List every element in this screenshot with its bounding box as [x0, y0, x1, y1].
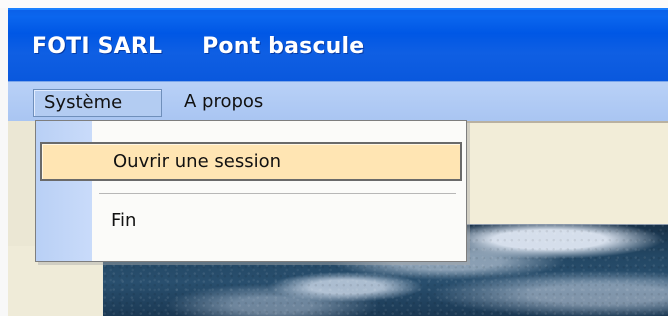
desktop-screen: FOTI SARL Pont bascule Système A propos …: [0, 0, 668, 316]
menu-bar: Système A propos: [8, 81, 668, 121]
open-session-label: Ouvrir une session: [113, 151, 281, 172]
screen-top-margin: [0, 0, 668, 8]
window-title: FOTI SARL Pont bascule: [32, 34, 364, 60]
menu-separator: [99, 193, 456, 194]
menu-system[interactable]: Système: [33, 89, 162, 117]
window-titlebar: FOTI SARL Pont bascule: [8, 8, 668, 81]
exit-label: Fin: [111, 210, 137, 231]
menu-about[interactable]: A propos: [174, 89, 273, 117]
application-window: FOTI SARL Pont bascule Système A propos …: [8, 8, 668, 316]
company-title: FOTI SARL: [32, 34, 163, 59]
left-inner-band: [8, 121, 37, 246]
menu-option-exit[interactable]: Fin: [92, 202, 462, 241]
system-dropdown-menu: Ouvrir une session Fin: [35, 120, 467, 262]
app-title: Pont bascule: [202, 34, 365, 59]
menu-option-open-session[interactable]: Ouvrir une session: [40, 142, 462, 181]
